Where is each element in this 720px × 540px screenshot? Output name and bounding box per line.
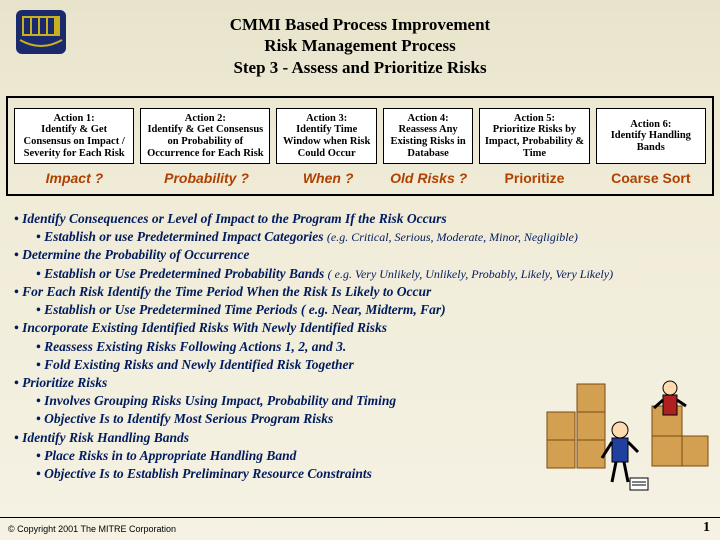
action-box-5: Action 5: Prioritize Risks by Impact, Pr… xyxy=(479,108,589,164)
action-heading: Action 3: xyxy=(306,113,347,125)
bullet-1a: • Establish or use Predetermined Impact … xyxy=(36,228,706,246)
action-body: Prioritize Risks by Impact, Probability … xyxy=(482,124,586,159)
action-box-6: Action 6: Identify Handling Bands xyxy=(596,108,706,164)
actions-row: Action 1: Identify & Get Consensus on Im… xyxy=(14,108,706,164)
title-line-1: CMMI Based Process Improvement xyxy=(0,14,720,35)
title-line-3: Step 3 - Assess and Prioritize Risks xyxy=(0,57,720,78)
copyright-text: © Copyright 2001 The MITRE Corporation xyxy=(8,524,176,534)
bullet-2a: • Establish or Use Predetermined Probabi… xyxy=(36,265,706,283)
action-body: Identify & Get Consensus on Impact / Sev… xyxy=(17,124,131,159)
action-heading: Action 2: xyxy=(185,113,226,125)
bullet-4a: • Reassess Existing Risks Following Acti… xyxy=(36,338,706,356)
question-old-risks: Old Risks ? xyxy=(384,170,473,186)
action-heading: Action 6: xyxy=(630,119,671,131)
bullet-3a: • Establish or Use Predetermined Time Pe… xyxy=(36,301,706,319)
action-box-4: Action 4: Reassess Any Existing Risks in… xyxy=(383,108,473,164)
bullet-1: • Identify Consequences or Level of Impa… xyxy=(14,210,706,228)
action-body: Identify & Get Consensus on Probability … xyxy=(143,124,267,159)
question-row: Impact ? Probability ? When ? Old Risks … xyxy=(14,170,706,186)
action-box-2: Action 2: Identify & Get Consensus on Pr… xyxy=(140,108,270,164)
page-number: 1 xyxy=(703,520,710,536)
action-box-3: Action 3: Identify Time Window when Risk… xyxy=(276,108,376,164)
action-heading: Action 1: xyxy=(54,113,95,125)
action-body: Identify Time Window when Risk Could Occ… xyxy=(279,124,373,159)
question-prioritize: Prioritize xyxy=(479,170,589,186)
action-heading: Action 5: xyxy=(514,113,555,125)
question-probability: Probability ? xyxy=(141,170,272,186)
question-impact: Impact ? xyxy=(14,170,135,186)
slide-title: CMMI Based Process Improvement Risk Mana… xyxy=(0,14,720,78)
action-heading: Action 4: xyxy=(408,113,449,125)
illustration-workers-boxes xyxy=(542,370,712,500)
action-body: Reassess Any Existing Risks in Database xyxy=(386,124,470,159)
bullet-2: • Determine the Probability of Occurrenc… xyxy=(14,246,706,264)
title-line-2: Risk Management Process xyxy=(0,35,720,56)
question-coarse-sort: Coarse Sort xyxy=(596,170,706,186)
bullet-3: • For Each Risk Identify the Time Period… xyxy=(14,283,706,301)
footer-divider xyxy=(0,517,720,518)
action-body: Identify Handling Bands xyxy=(599,130,703,153)
action-box-1: Action 1: Identify & Get Consensus on Im… xyxy=(14,108,134,164)
bullet-4: • Incorporate Existing Identified Risks … xyxy=(14,319,706,337)
question-when: When ? xyxy=(278,170,378,186)
